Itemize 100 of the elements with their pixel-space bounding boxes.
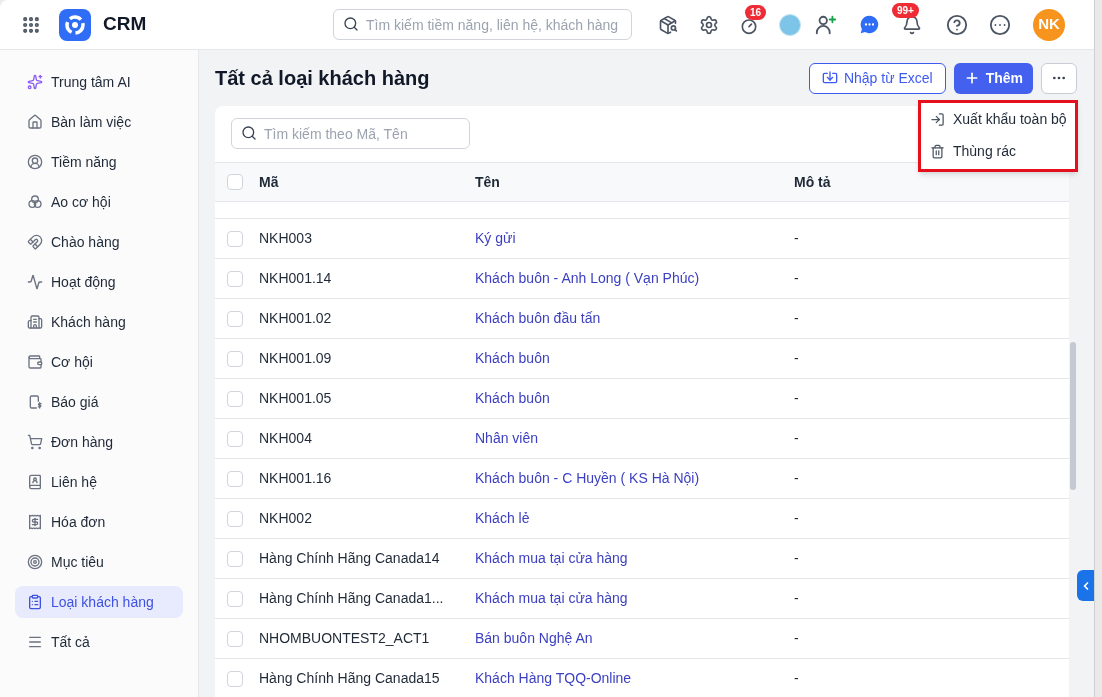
description-cell-text: - [794, 589, 800, 608]
sidebar-item[interactable]: Tất cả [15, 626, 183, 658]
circles-icon [27, 194, 43, 210]
sidebar-item[interactable]: Liên hệ [15, 466, 183, 498]
house-icon [27, 114, 43, 130]
code-cell-text: NKH001.14 [259, 269, 333, 288]
code-cell-text: NKH004 [259, 429, 313, 448]
code-cell-text: NKH001.05 [259, 389, 333, 408]
code-cell-text: NKH001.16 [259, 469, 333, 488]
sidebar-item[interactable]: Khách hàng [15, 306, 183, 338]
apps-grid-icon[interactable] [21, 14, 41, 35]
page-title: Tất cả loại khách hàng [215, 66, 430, 91]
description-cell-text: - [794, 549, 800, 568]
import-button[interactable]: Nhập từ Excel [808, 62, 946, 94]
table-search-field[interactable]: Tìm kiếm theo Mã, Tên [231, 118, 470, 149]
checkbox[interactable] [227, 590, 243, 607]
contact-book-icon [27, 474, 43, 490]
settings-icon[interactable] [699, 14, 719, 35]
search-icon [343, 16, 359, 32]
trash-icon [930, 144, 945, 159]
description-cell-text: - [794, 669, 800, 688]
menu-item[interactable]: Xuất khẩu toàn bộ [921, 103, 1075, 136]
sidebar-item[interactable]: Hoạt động [15, 266, 183, 298]
search-icon [241, 125, 257, 141]
name-link[interactable]: Khách Hàng TQQ-Online [475, 668, 794, 689]
name-link[interactable]: Ký gửi [475, 228, 794, 249]
global-search-field[interactable]: Tìm kiếm tiềm năng, liên hệ, khách hàng [333, 9, 632, 40]
sidebar-item[interactable]: Trung tâm AI [15, 66, 183, 98]
sidebar-item[interactable]: Báo giá [15, 386, 183, 418]
code-cell-text: Hàng Chính Hãng Canada15 [259, 669, 441, 688]
code-cell-text: NKH001.09 [259, 349, 333, 368]
magnet-icon [27, 234, 43, 250]
clipboard-list-icon [27, 594, 43, 610]
checkbox[interactable] [227, 174, 243, 190]
code-cell-text: NKH003 [259, 229, 313, 248]
description-cell-text: - [794, 509, 800, 528]
code-cell-text: Hàng Chính Hãng Canada1... [259, 589, 445, 608]
code-cell-text: NKH001.02 [259, 309, 333, 328]
description-cell-text: - [794, 349, 800, 368]
name-link[interactable]: Khách lẻ [475, 508, 794, 529]
more-icon[interactable] [989, 13, 1011, 36]
name-link[interactable]: Khách buôn - Anh Long ( Vạn Phúc) [475, 268, 794, 289]
building-icon [27, 314, 43, 330]
add-button[interactable]: Thêm [953, 62, 1033, 94]
code-cell-text: Hàng Chính Hãng Canada14 [259, 549, 441, 568]
checkbox[interactable] [227, 430, 243, 447]
name-link[interactable]: Khách buôn - C Huyền ( KS Hà Nội) [475, 468, 794, 489]
checkbox[interactable] [227, 550, 243, 567]
name-link[interactable]: Nhân viên [475, 428, 794, 449]
count-badge: 16 [745, 4, 767, 20]
sidebar-item[interactable]: Ao cơ hội [15, 186, 183, 218]
name-link[interactable]: Khách buôn đầu tấn [475, 308, 794, 329]
cart-icon [27, 434, 43, 450]
user-plus-icon[interactable] [815, 13, 837, 36]
menu-icon [27, 634, 43, 650]
import-icon [821, 70, 838, 86]
checkbox[interactable] [227, 630, 243, 647]
menu-item[interactable]: Thùng rác [921, 135, 1075, 168]
receipt-icon [27, 514, 43, 530]
name-link[interactable]: Bán buôn Nghệ An [475, 628, 794, 649]
sidebar-item[interactable]: Loại khách hàng [15, 586, 183, 618]
name-link[interactable]: Khách mua tại cửa hàng [475, 548, 794, 569]
avatar-icon[interactable] [779, 13, 801, 36]
sidebar-item[interactable]: Chào hàng [15, 226, 183, 258]
wallet-icon [27, 354, 43, 370]
checkbox[interactable] [227, 270, 243, 287]
target-icon [27, 554, 43, 570]
box-search-icon[interactable] [658, 14, 678, 35]
sparkle-icon [27, 74, 43, 90]
code-cell-text: NKH002 [259, 509, 313, 528]
name-link[interactable]: Khách buôn [475, 388, 794, 409]
description-cell-text: - [794, 429, 800, 448]
bell-icon[interactable] [902, 14, 922, 35]
sidebar-item[interactable]: Mục tiêu [15, 546, 183, 578]
column-header: Tên [475, 172, 501, 192]
sidebar-item[interactable]: Hóa đơn [15, 506, 183, 538]
sidebar-item[interactable]: Cơ hội [15, 346, 183, 378]
checkbox[interactable] [227, 470, 243, 487]
count-badge: 99+ [892, 2, 919, 18]
name-link[interactable]: Khách buôn [475, 348, 794, 369]
logo-icon [59, 8, 91, 41]
checkbox[interactable] [227, 670, 243, 687]
pulse-icon [27, 274, 43, 290]
checkbox[interactable] [227, 350, 243, 367]
checkbox[interactable] [227, 310, 243, 327]
checkbox[interactable] [227, 510, 243, 527]
more-button[interactable] [1041, 62, 1077, 94]
sidebar-item[interactable]: Bàn làm việc [15, 106, 183, 138]
app-title: CRM [103, 12, 147, 37]
scrollbar-thumb[interactable] [1070, 342, 1076, 490]
checkbox[interactable] [227, 390, 243, 407]
checkbox[interactable] [227, 230, 243, 247]
chat-bubble-icon[interactable] [859, 14, 880, 35]
code-cell-text: NHOMBUONTEST2_ACT1 [259, 629, 431, 648]
column-header: Mô tả [794, 172, 832, 192]
sidebar-item[interactable]: Đơn hàng [15, 426, 183, 458]
help-icon[interactable] [946, 13, 968, 36]
name-link[interactable]: Khách mua tại cửa hàng [475, 588, 794, 609]
collapse-button[interactable] [1077, 570, 1094, 601]
sidebar-item[interactable]: Tiềm năng [15, 146, 183, 178]
